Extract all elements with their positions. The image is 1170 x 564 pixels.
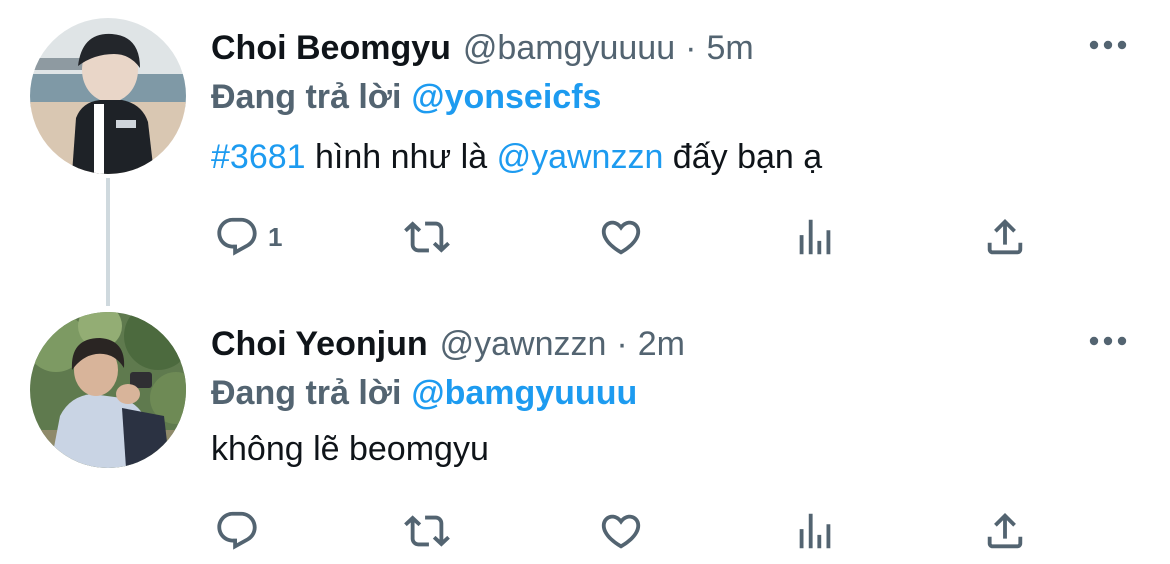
retweet-button[interactable] [402, 506, 452, 556]
hashtag-link[interactable]: #3681 [211, 138, 306, 176]
tweet-header: Choi Yeonjun @yawnzzn · 2m [211, 324, 685, 364]
share-icon [987, 512, 1023, 549]
like-button[interactable] [598, 212, 644, 262]
timestamp[interactable]: 5m [706, 28, 753, 68]
retweet-icon [404, 221, 450, 253]
reply-bubble-icon [217, 511, 257, 550]
tweet-text-part: đấy bạn ạ [663, 138, 823, 176]
separator-dot: · [685, 29, 697, 67]
heart-icon [601, 514, 641, 549]
replying-to-label: Đang trả lời [211, 78, 402, 116]
replying-to-line: Đang trả lời @bamgyuuuu [211, 372, 637, 414]
more-dots-icon [1089, 336, 1127, 346]
retweet-icon [404, 515, 450, 547]
tweet-actions [0, 506, 1170, 556]
tweet-text-part: hình như là [305, 138, 497, 176]
tweet[interactable]: Choi Yeonjun @yawnzzn · 2m Đang trả lời @… [0, 296, 1170, 564]
share-icon [987, 218, 1023, 255]
like-button[interactable] [598, 506, 644, 556]
reply-count: 1 [268, 222, 283, 252]
mention-link[interactable]: @yawnzzn [497, 138, 664, 176]
heart-icon [601, 220, 641, 255]
analytics-icon [799, 513, 831, 549]
tweet-header: Choi Beomgyu @bamgyuuuu · 5m [211, 28, 754, 68]
display-name[interactable]: Choi Beomgyu [211, 28, 451, 68]
more-options-button[interactable] [1086, 326, 1130, 356]
more-dots-icon [1089, 40, 1127, 50]
separator-dot: · [616, 325, 628, 363]
reply-bubble-icon [217, 217, 257, 256]
reply-button[interactable]: 1 [214, 212, 282, 262]
username-handle[interactable]: @yawnzzn [440, 324, 607, 364]
tweet-actions: 1 [0, 212, 1170, 262]
analytics-icon [799, 219, 831, 255]
share-button[interactable] [982, 212, 1028, 262]
replying-to-mention[interactable]: @yonseicfs [411, 78, 601, 116]
tweet-text: không lẽ beomgyu [211, 430, 489, 468]
replying-to-line: Đang trả lời @yonseicfs [211, 76, 601, 118]
analytics-button[interactable] [792, 506, 838, 556]
tweet-text: #3681 hình như là @yawnzzn đấy bạn ạ [211, 136, 822, 178]
more-options-button[interactable] [1086, 30, 1130, 60]
timestamp[interactable]: 2m [638, 324, 685, 364]
display-name[interactable]: Choi Yeonjun [211, 324, 428, 364]
avatar[interactable] [30, 312, 186, 468]
analytics-button[interactable] [792, 212, 838, 262]
username-handle[interactable]: @bamgyuuuu [463, 28, 675, 68]
avatar[interactable] [30, 18, 186, 174]
replying-to-label: Đang trả lời [211, 374, 402, 412]
share-button[interactable] [982, 506, 1028, 556]
tweet[interactable]: Choi Beomgyu @bamgyuuuu · 5m Đang trả lờ… [0, 0, 1170, 300]
retweet-button[interactable] [402, 212, 452, 262]
reply-button[interactable] [214, 506, 260, 556]
replying-to-mention[interactable]: @bamgyuuuu [411, 374, 637, 412]
